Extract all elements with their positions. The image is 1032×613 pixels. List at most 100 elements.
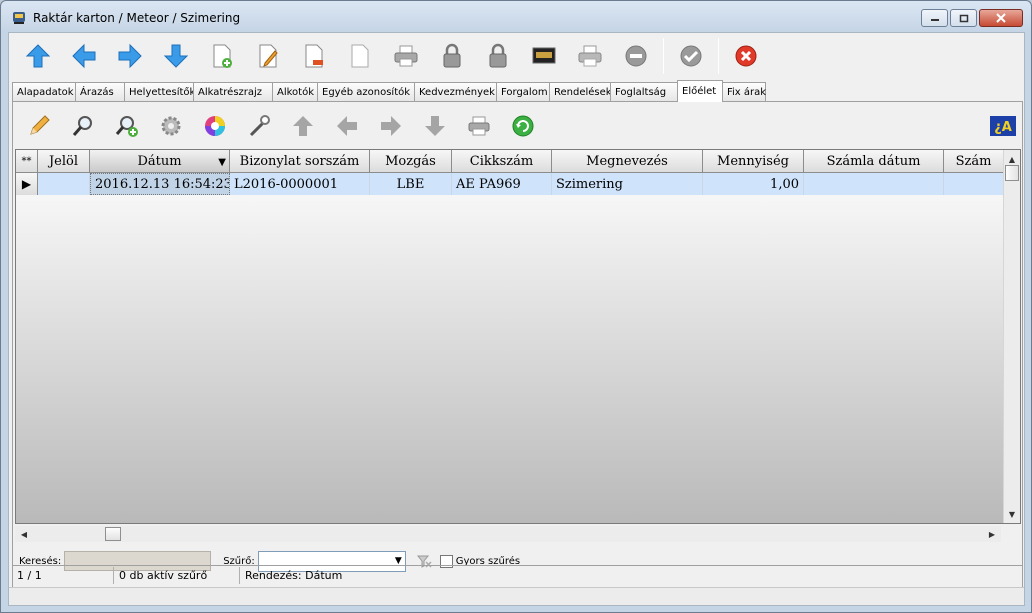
tools-button[interactable]: [237, 108, 281, 144]
printer-icon: [394, 45, 418, 67]
arrow-down-icon: [425, 116, 445, 136]
scroll-right-icon[interactable]: ▶: [985, 526, 999, 542]
tab-0[interactable]: Alapadatok: [12, 82, 76, 101]
arrow-left-icon: [337, 116, 357, 136]
advanced-search-button[interactable]: [105, 108, 149, 144]
arrow-up-icon: [293, 116, 313, 136]
accept-button[interactable]: [668, 36, 714, 76]
lock-button[interactable]: [429, 36, 475, 76]
previous-record-button[interactable]: [61, 36, 107, 76]
grid-previous-button[interactable]: [325, 108, 369, 144]
cell-jelol[interactable]: [38, 173, 90, 195]
edit-button[interactable]: [17, 108, 61, 144]
first-record-button[interactable]: [15, 36, 61, 76]
search-button[interactable]: [61, 108, 105, 144]
column-header-label: Jelöl: [48, 153, 79, 169]
color-wheel-icon: [205, 116, 225, 136]
grid-last-button[interactable]: [413, 108, 457, 144]
sort-descending-icon: ▼: [218, 157, 226, 168]
minimize-button[interactable]: [921, 9, 948, 27]
column-header-label: Dátum: [137, 153, 182, 169]
column-header-3[interactable]: Mozgás: [370, 150, 452, 173]
color-button[interactable]: [193, 108, 237, 144]
grid-header-indicator[interactable]: **: [16, 150, 38, 173]
vertical-scrollbar[interactable]: ▲ ▼: [1003, 150, 1020, 523]
tab-9[interactable]: Foglaltság: [610, 82, 678, 101]
column-header-7[interactable]: Számla dátum: [804, 150, 944, 173]
bottom-strip: [9, 587, 1024, 605]
cancel-button[interactable]: [723, 36, 769, 76]
window-controls: [921, 9, 1023, 27]
tab-4[interactable]: Alkotók: [272, 82, 318, 101]
scroll-left-icon[interactable]: ◀: [17, 526, 31, 542]
print-preview-button[interactable]: [567, 36, 613, 76]
grid-print-button[interactable]: [457, 108, 501, 144]
horizontal-scrollbar[interactable]: ◀ ▶: [15, 526, 1001, 542]
toolbar-separator: [718, 38, 719, 74]
tab-10[interactable]: Előélet: [677, 80, 723, 102]
title-bar: Raktár karton / Meteor / Szimering: [1, 1, 1031, 34]
magnifier-plus-icon: [115, 116, 138, 137]
lock-icon: [443, 43, 461, 68]
tab-1[interactable]: Árazás: [75, 82, 125, 101]
delete-document-icon: [305, 44, 323, 68]
tab-5[interactable]: Egyéb azonosítók: [317, 82, 415, 101]
settings-button[interactable]: [149, 108, 193, 144]
vertical-scroll-thumb[interactable]: [1005, 165, 1019, 181]
cell-mozgas[interactable]: LBE: [370, 173, 452, 195]
tab-6[interactable]: Kedvezmények: [414, 82, 497, 101]
close-circle-icon: [735, 45, 757, 67]
cell-datum[interactable]: 2016.12.13 16:54:23: [90, 173, 230, 195]
cell-mennyiseg[interactable]: 1,00: [703, 173, 804, 195]
horizontal-scroll-thumb[interactable]: [105, 527, 121, 541]
tab-8[interactable]: Rendelések: [549, 82, 612, 101]
last-record-button[interactable]: [153, 36, 199, 76]
cell-szam[interactable]: [944, 173, 1004, 195]
tab-11[interactable]: Fix árak: [722, 82, 766, 101]
tab-panel-eloelet: ¿A ** Jelöl Dátum ▼ Bizonylat sorszám Mozgás C…: [12, 101, 1023, 605]
refresh-button[interactable]: [501, 108, 545, 144]
scroll-up-icon[interactable]: ▲: [1004, 152, 1020, 166]
column-header-1[interactable]: Dátum ▼: [90, 150, 230, 173]
column-header-4[interactable]: Cikkszám: [452, 150, 552, 173]
help-icon[interactable]: ¿A: [990, 116, 1016, 136]
print-button[interactable]: [383, 36, 429, 76]
display-button[interactable]: [521, 36, 567, 76]
new-record-button[interactable]: [199, 36, 245, 76]
tab-7[interactable]: Forgalom: [496, 82, 550, 101]
grid-first-button[interactable]: [281, 108, 325, 144]
cell-megnevezes[interactable]: Szimering: [552, 173, 703, 195]
row-indicator[interactable]: ▶: [16, 173, 38, 195]
printer-icon: [468, 116, 490, 136]
cell-szamla-datum[interactable]: [804, 173, 944, 195]
delete-record-button[interactable]: [291, 36, 337, 76]
column-header-2[interactable]: Bizonylat sorszám: [230, 150, 370, 173]
table-row[interactable]: ▶ 2016.12.13 16:54:23 L2016-0000001 LBE AE P…: [16, 173, 1004, 195]
tab-2[interactable]: Helyettesítők: [124, 82, 195, 101]
close-window-button[interactable]: [979, 9, 1023, 27]
column-header-8[interactable]: Szám: [944, 150, 1004, 173]
cell-bizonylat[interactable]: L2016-0000001: [230, 173, 370, 195]
scroll-down-icon[interactable]: ▼: [1004, 507, 1020, 521]
window-title: Raktár karton / Meteor / Szimering: [33, 10, 241, 25]
edit-record-button[interactable]: [245, 36, 291, 76]
arrow-left-icon: [72, 43, 96, 69]
grid-next-button[interactable]: [369, 108, 413, 144]
column-header-5[interactable]: Megnevezés: [552, 150, 703, 173]
minus-button[interactable]: [613, 36, 659, 76]
unlock-button[interactable]: [475, 36, 521, 76]
history-grid[interactable]: ** Jelöl Dátum ▼ Bizonylat sorszám Mozgás Cikk…: [15, 149, 1021, 524]
lock-icon: [489, 43, 507, 68]
column-header-label: Számla dátum: [826, 153, 921, 169]
column-header-0[interactable]: Jelöl: [38, 150, 90, 173]
status-filters: 0 db aktív szűrő: [114, 566, 240, 584]
cell-cikkszam[interactable]: AE PA969: [452, 173, 552, 195]
maximize-button[interactable]: [950, 9, 977, 27]
next-record-button[interactable]: [107, 36, 153, 76]
grid-header: ** Jelöl Dátum ▼ Bizonylat sorszám Mozgás Cikk…: [16, 150, 1004, 173]
arrow-up-icon: [25, 44, 51, 68]
tab-3[interactable]: Alkatrészrajz: [193, 82, 273, 101]
blank-document-button[interactable]: [337, 36, 383, 76]
monitor-icon: [532, 47, 556, 64]
column-header-6[interactable]: Mennyiség: [703, 150, 804, 173]
